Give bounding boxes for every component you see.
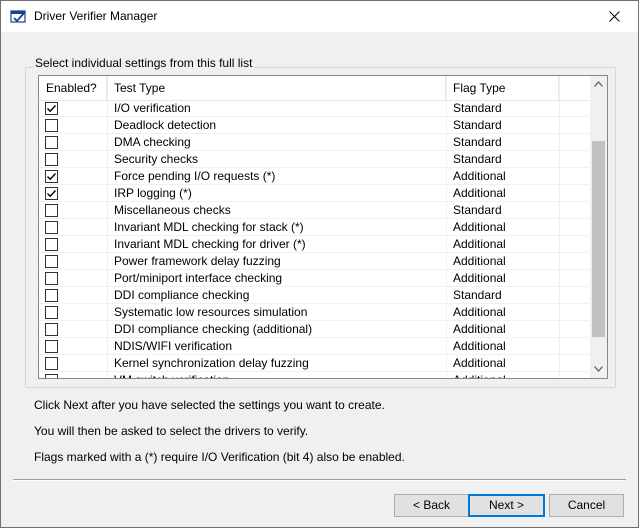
list-rows: I/O verification Standard Deadlock detecti… [39,100,589,378]
enabled-checkbox[interactable] [45,340,58,353]
enabled-checkbox[interactable] [45,204,58,217]
enabled-checkbox[interactable] [45,255,58,268]
enabled-checkbox[interactable] [45,374,58,378]
test-type-cell: Systematic low resources simulation [114,305,308,319]
test-type-cell: Miscellaneous checks [114,203,231,217]
cancel-button[interactable]: Cancel [549,494,624,517]
enabled-checkbox[interactable] [45,153,58,166]
info-text-flags: Flags marked with a (*) require I/O Veri… [34,450,405,464]
flag-type-cell: Standard [453,152,502,166]
test-type-cell: NDIS/WIFI verification [114,339,233,353]
group-box-label: Select individual settings from this ful… [33,56,255,70]
enabled-checkbox[interactable] [45,357,58,370]
info-text-drivers: You will then be asked to select the dri… [34,424,309,438]
flag-type-cell: Additional [453,339,506,353]
driver-verifier-app-icon [10,9,27,24]
title-bar[interactable]: Driver Verifier Manager [1,1,638,32]
test-type-cell: I/O verification [114,101,191,115]
test-type-cell: DDI compliance checking (additional) [114,322,313,336]
test-type-cell: Port/miniport interface checking [114,271,283,285]
list-item[interactable]: Systematic low resources simulation Addit… [39,304,589,321]
column-header-test-type[interactable]: Test Type [107,76,446,100]
enabled-checkbox[interactable] [45,170,58,183]
list-item[interactable]: I/O verification Standard [39,100,589,117]
test-type-cell: Power framework delay fuzzing [114,254,281,268]
enabled-checkbox[interactable] [45,187,58,200]
column-header-flag-type[interactable]: Flag Type [446,76,559,100]
flag-type-cell: Additional [453,356,506,370]
list-item[interactable]: DDI compliance checking (additional) Addi… [39,321,589,338]
checkmark-icon [47,190,57,198]
vertical-scrollbar[interactable] [590,76,607,378]
flag-type-cell: Additional [453,305,506,319]
window-title: Driver Verifier Manager [34,9,158,23]
info-text-next: Click Next after you have selected the s… [34,398,385,412]
list-item[interactable]: Power framework delay fuzzing Additional [39,253,589,270]
list-item[interactable]: Deadlock detection Standard [39,117,589,134]
checkmark-icon [47,105,57,113]
list-header: Enabled? Test Type Flag Type [39,76,589,101]
flag-type-cell: Additional [453,254,506,268]
test-type-cell: VM switch verification [114,372,229,378]
enabled-checkbox[interactable] [45,119,58,132]
list-item[interactable]: Kernel synchronization delay fuzzing Addi… [39,355,589,372]
scrollbar-thumb[interactable] [592,141,605,337]
test-type-cell: Security checks [114,152,199,166]
list-item[interactable]: VM switch verification Additional [39,372,589,378]
list-item[interactable]: Invariant MDL checking for driver (*) Add… [39,236,589,253]
list-item[interactable]: DMA checking Standard [39,134,589,151]
list-item[interactable]: Port/miniport interface checking Addition… [39,270,589,287]
next-button[interactable]: Next > [468,494,545,517]
column-header-enabled[interactable]: Enabled? [39,76,107,100]
dialog-window: Driver Verifier Manager Select individua… [0,0,639,528]
list-item[interactable]: DDI compliance checking Standard [39,287,589,304]
footer-separator [13,479,626,481]
flag-type-cell: Additional [453,322,506,336]
test-type-cell: Kernel synchronization delay fuzzing [114,356,309,370]
test-type-cell: DMA checking [114,135,191,149]
list-item[interactable]: Security checks Standard [39,151,589,168]
enabled-checkbox[interactable] [45,272,58,285]
enabled-checkbox[interactable] [45,136,58,149]
test-type-cell: IRP logging (*) [114,186,192,200]
enabled-checkbox[interactable] [45,238,58,251]
enabled-checkbox[interactable] [45,289,58,302]
flag-type-cell: Additional [453,271,506,285]
list-item[interactable]: Invariant MDL checking for stack (*) Addi… [39,219,589,236]
enabled-checkbox[interactable] [45,306,58,319]
flag-type-cell: Additional [453,169,506,183]
flag-type-cell: Standard [453,135,502,149]
flag-type-cell: Additional [453,220,506,234]
test-type-cell: Invariant MDL checking for driver (*) [114,237,306,251]
test-type-cell: Force pending I/O requests (*) [114,169,276,183]
flag-type-cell: Additional [453,186,506,200]
test-type-cell: Invariant MDL checking for stack (*) [114,220,304,234]
flag-type-cell: Standard [453,203,502,217]
back-button[interactable]: < Back [394,494,469,517]
enabled-checkbox[interactable] [45,102,58,115]
enabled-checkbox[interactable] [45,323,58,336]
flag-type-cell: Standard [453,118,502,132]
enabled-checkbox[interactable] [45,221,58,234]
test-type-cell: Deadlock detection [114,118,217,132]
test-type-cell: DDI compliance checking [114,288,250,302]
settings-list[interactable]: Enabled? Test Type Flag Type I/O verific… [38,75,608,379]
close-button[interactable] [593,1,638,32]
scroll-down-button[interactable] [590,361,607,378]
list-item[interactable]: NDIS/WIFI verification Additional [39,338,589,355]
checkmark-icon [47,173,57,181]
flag-type-cell: Standard [453,288,502,302]
list-item[interactable]: IRP logging (*) Additional [39,185,589,202]
flag-type-cell: Additional [453,372,506,378]
scroll-up-button[interactable] [590,76,607,93]
flag-type-cell: Standard [453,101,502,115]
flag-type-cell: Additional [453,237,506,251]
list-item[interactable]: Force pending I/O requests (*) Additional [39,168,589,185]
list-item[interactable]: Miscellaneous checks Standard [39,202,589,219]
